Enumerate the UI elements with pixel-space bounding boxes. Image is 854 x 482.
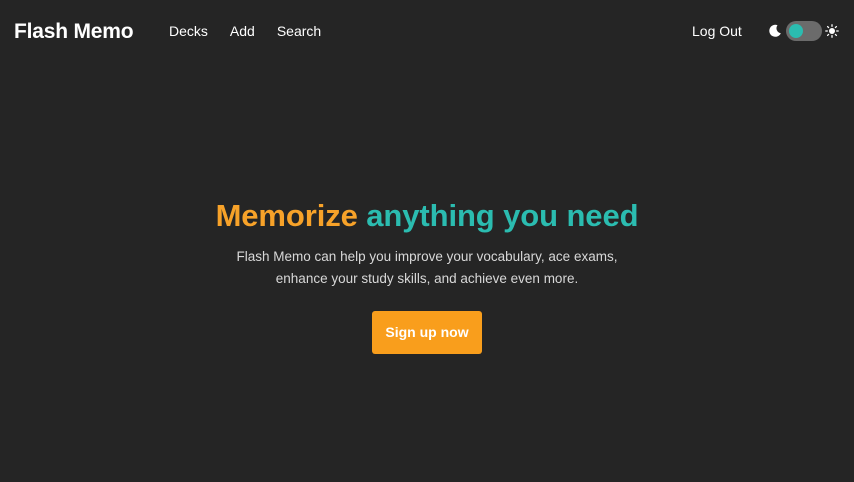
brand-logo[interactable]: Flash Memo xyxy=(14,19,134,45)
moon-icon xyxy=(768,24,782,38)
sun-icon xyxy=(825,24,839,38)
nav-link-search[interactable]: Search xyxy=(277,22,321,40)
logout-link[interactable]: Log Out xyxy=(692,22,742,40)
top-navbar: Flash Memo Decks Add Search Log Out xyxy=(0,0,854,62)
nav-links: Decks Add Search xyxy=(169,22,321,40)
theme-switch[interactable] xyxy=(786,21,822,41)
hero-title-highlight: Memorize xyxy=(215,198,358,233)
theme-switch-knob xyxy=(789,24,803,38)
theme-toggle xyxy=(768,21,839,41)
nav-link-add[interactable]: Add xyxy=(230,22,255,40)
hero-subtitle: Flash Memo can help you improve your voc… xyxy=(236,249,618,286)
hero-title: Memorize anything you need xyxy=(0,196,854,236)
signup-button[interactable]: Sign up now xyxy=(372,311,482,354)
hero-section: Memorize anything you need Flash Memo ca… xyxy=(0,196,854,354)
nav-link-decks[interactable]: Decks xyxy=(169,22,208,40)
hero-title-rest: anything you need xyxy=(366,198,639,233)
